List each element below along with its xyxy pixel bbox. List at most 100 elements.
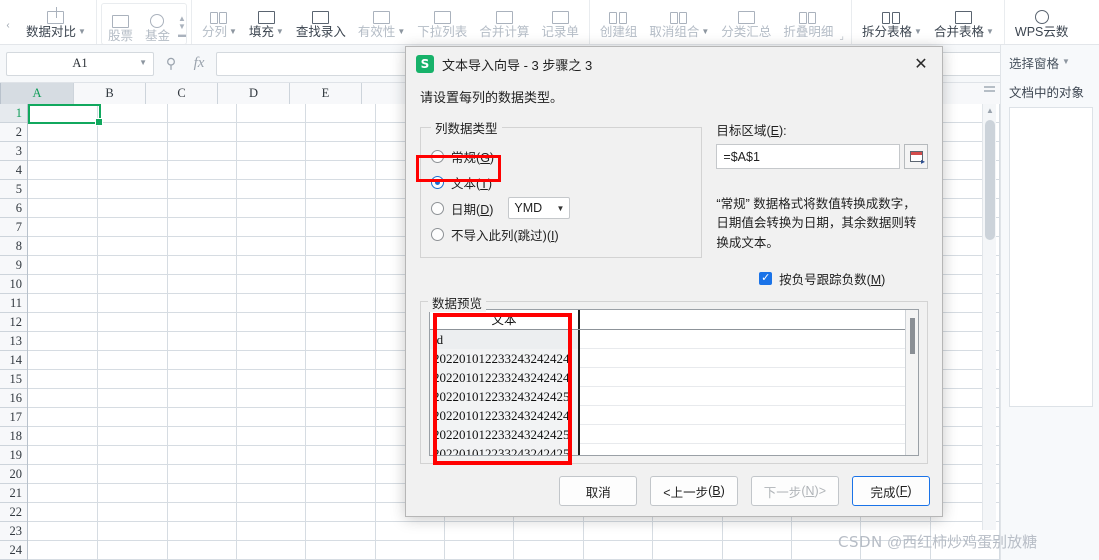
grid-cell[interactable] xyxy=(98,275,168,294)
radio-option-date[interactable]: 日期(D) YMD ▼ xyxy=(431,195,691,221)
grid-cell[interactable] xyxy=(167,256,238,275)
grid-cell[interactable] xyxy=(167,199,238,218)
grid-cell[interactable] xyxy=(375,541,446,560)
grid-cell[interactable] xyxy=(28,237,99,256)
grid-cell[interactable] xyxy=(237,275,307,294)
grid-cell[interactable] xyxy=(306,199,376,218)
fx-icon[interactable]: fx xyxy=(188,55,210,72)
grid-cell[interactable] xyxy=(28,180,99,199)
grid-cell[interactable] xyxy=(98,465,168,484)
preview-vertical-scrollbar[interactable] xyxy=(905,310,918,456)
grid-cell[interactable] xyxy=(167,389,238,408)
grid-cell[interactable] xyxy=(237,180,307,199)
row-header-7[interactable]: 7 xyxy=(0,218,27,237)
ribbon-collapse-icon[interactable]: ‹ xyxy=(0,0,16,44)
grid-cell[interactable] xyxy=(98,142,168,161)
grid-cell[interactable] xyxy=(237,294,307,313)
grid-cell[interactable] xyxy=(28,446,99,465)
chevron-down-icon[interactable]: ▼ xyxy=(78,27,86,37)
grid-cell[interactable] xyxy=(306,522,376,541)
grid-cell[interactable] xyxy=(167,104,238,123)
column-header-A[interactable]: A xyxy=(1,83,74,104)
grid-cell[interactable] xyxy=(722,541,792,560)
grid-cell[interactable] xyxy=(306,294,376,313)
grid-cell[interactable] xyxy=(722,522,792,541)
chevron-down-icon[interactable]: ▼ xyxy=(276,27,284,37)
grid-cell[interactable] xyxy=(237,351,307,370)
close-icon[interactable]: ✕ xyxy=(908,52,934,76)
grid-cell[interactable] xyxy=(167,541,238,560)
grid-cell[interactable] xyxy=(237,503,307,522)
chevron-down-icon[interactable]: ▼ xyxy=(397,27,405,37)
grid-cell[interactable] xyxy=(98,389,168,408)
column-header-C[interactable]: C xyxy=(146,83,218,104)
column-header-E[interactable]: E xyxy=(290,83,362,104)
grid-cell[interactable] xyxy=(583,522,654,541)
grid-cell[interactable] xyxy=(98,256,168,275)
grid-cell[interactable] xyxy=(98,123,168,142)
grid-cell[interactable] xyxy=(237,123,307,142)
grid-cell[interactable] xyxy=(98,522,168,541)
grid-cell[interactable] xyxy=(28,351,99,370)
scrollbar-thumb[interactable] xyxy=(910,318,915,355)
grid-cell[interactable] xyxy=(98,237,168,256)
grid-cell[interactable] xyxy=(445,522,515,541)
chevron-down-icon[interactable]: ▼ xyxy=(139,58,147,67)
grid-cell[interactable] xyxy=(167,408,238,427)
row-header-13[interactable]: 13 xyxy=(0,332,27,351)
ribbon-item-fill[interactable]: 填充 ▼ xyxy=(243,0,290,44)
data-preview-table[interactable]: 文本 id 202201012233243242424 20220101223324… xyxy=(429,309,919,457)
ribbon-item-create-group[interactable]: 创建组 xyxy=(594,0,644,44)
ribbon-item-ungroup[interactable]: 取消组合 ▼ xyxy=(643,0,715,44)
grid-cell[interactable] xyxy=(306,237,376,256)
grid-cell[interactable] xyxy=(98,180,168,199)
grid-cell[interactable] xyxy=(306,446,376,465)
grid-cell[interactable] xyxy=(28,484,99,503)
grid-cell[interactable] xyxy=(306,541,376,560)
grid-cell[interactable] xyxy=(98,427,168,446)
grid-cell[interactable] xyxy=(28,313,99,332)
grid-cell[interactable] xyxy=(98,313,168,332)
row-header-12[interactable]: 12 xyxy=(0,313,27,332)
name-box[interactable]: A1 ▼ xyxy=(6,51,154,76)
grid-cell[interactable] xyxy=(237,541,307,560)
grid-cell[interactable] xyxy=(28,465,99,484)
grid-cell[interactable] xyxy=(306,104,376,123)
grid-cell[interactable] xyxy=(98,294,168,313)
grid-cell[interactable] xyxy=(28,294,99,313)
grid-cell[interactable] xyxy=(237,522,307,541)
date-format-select[interactable]: YMD ▼ xyxy=(508,197,571,219)
grid-cell[interactable] xyxy=(98,351,168,370)
grid-cell[interactable] xyxy=(28,427,99,446)
row-header-5[interactable]: 5 xyxy=(0,180,27,199)
grid-cell[interactable] xyxy=(28,389,99,408)
row-header-6[interactable]: 6 xyxy=(0,199,27,218)
row-header-2[interactable]: 2 xyxy=(0,123,27,142)
radio-option-general[interactable]: 常规(G) xyxy=(431,143,691,169)
grid-cell[interactable] xyxy=(167,275,238,294)
grid-cell[interactable] xyxy=(28,503,99,522)
grid-cell[interactable] xyxy=(237,104,307,123)
grid-cell[interactable] xyxy=(28,370,99,389)
grid-cell[interactable] xyxy=(28,123,99,142)
grid-cell[interactable] xyxy=(167,465,238,484)
ribbon-item-collapse-detail[interactable]: 折叠明细 xyxy=(777,0,839,44)
column-header-D[interactable]: D xyxy=(218,83,290,104)
grid-cell[interactable] xyxy=(28,218,99,237)
grid-cell[interactable] xyxy=(237,427,307,446)
grid-cell[interactable] xyxy=(98,370,168,389)
ribbon-group-scroll[interactable]: ▲ ▼ ▬ xyxy=(176,4,186,44)
grid-cell[interactable] xyxy=(28,142,99,161)
back-button[interactable]: <上一步(B) xyxy=(650,476,738,506)
grid-cell[interactable] xyxy=(237,389,307,408)
grid-cell[interactable] xyxy=(98,104,168,123)
row-header-3[interactable]: 3 xyxy=(0,142,27,161)
grid-cell[interactable] xyxy=(306,180,376,199)
outline-dialog-launcher[interactable]: ⌟ xyxy=(839,31,847,44)
grid-cell[interactable] xyxy=(28,408,99,427)
cancel-button[interactable]: 取消 xyxy=(559,476,638,506)
trailing-minus-checkbox[interactable]: 按负号跟踪负数(M) xyxy=(716,269,928,288)
preview-column-header[interactable]: 文本 xyxy=(430,310,580,330)
grid-cell[interactable] xyxy=(237,161,307,180)
grid-cell[interactable] xyxy=(167,427,238,446)
